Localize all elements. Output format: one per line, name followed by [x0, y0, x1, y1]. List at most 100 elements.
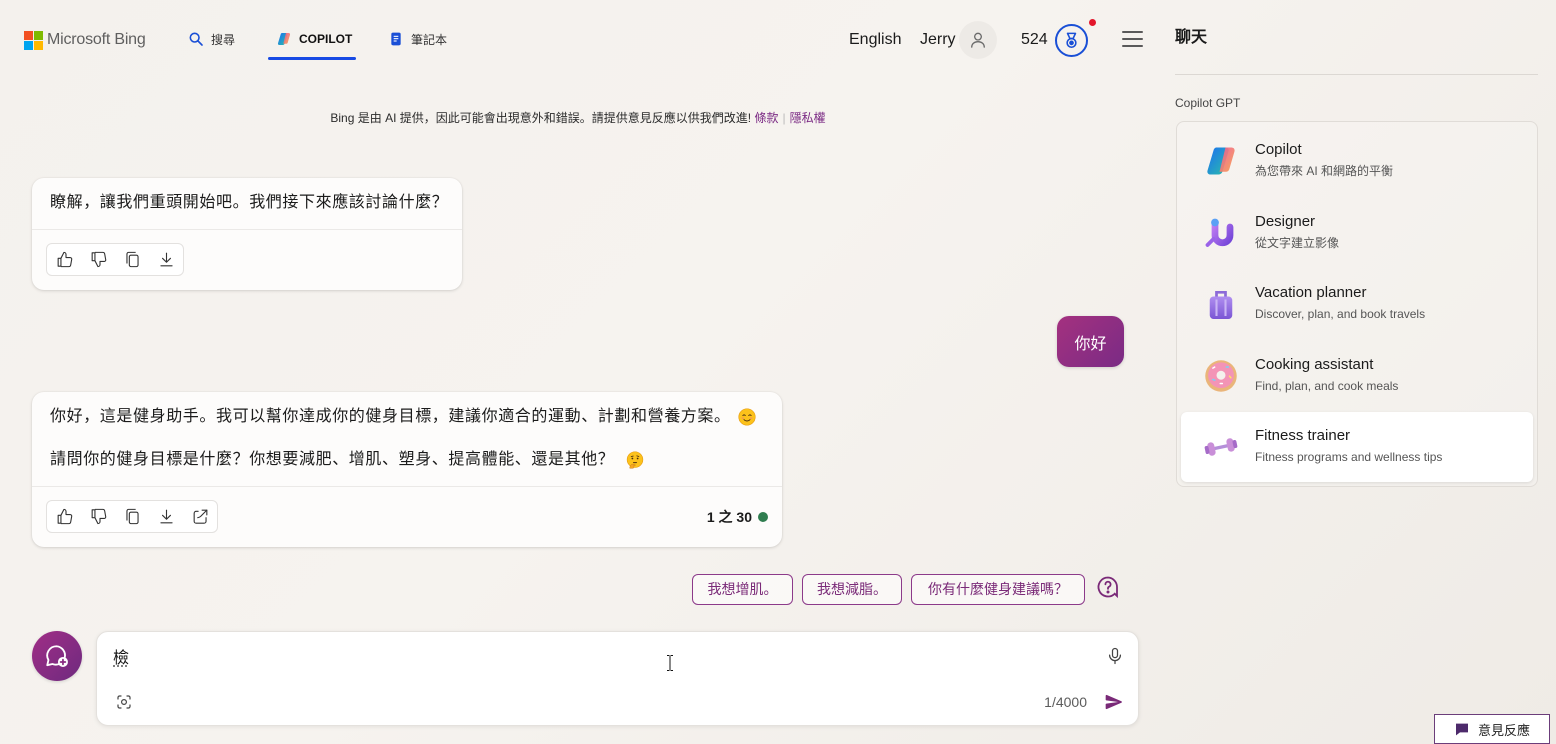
send-icon[interactable] [1104, 692, 1124, 712]
user-message: 你好 [1057, 316, 1124, 367]
message-paragraph: 瞭解，讓我們重頭開始吧。我們接下來應該討論什麼？ [50, 190, 448, 216]
thumbs-down-icon [91, 251, 106, 268]
share-button[interactable] [183, 501, 217, 532]
gpt-name: Cooking assistant [1255, 356, 1374, 373]
gpt-name: Vacation planner [1255, 284, 1367, 301]
download-button[interactable] [149, 244, 183, 275]
gpt-name: Copilot [1255, 141, 1302, 158]
terms-link[interactable]: 條款 [754, 111, 778, 125]
bing-logo[interactable]: Microsoft Bing [24, 30, 146, 50]
assistant-message: 瞭解，讓我們重頭開始吧。我們接下來應該討論什麼？ [32, 178, 462, 290]
message-text: 請問你的健身目標是什麼？你想要減肥、增肌、塑身、提高體能、還是其他？ [50, 451, 615, 468]
feedback-icon [1455, 723, 1468, 736]
visual-search-icon[interactable] [115, 693, 133, 711]
message-actions [46, 243, 184, 276]
donut-icon [1205, 360, 1237, 392]
message-text: 你好，這是健身助手。我可以幫你達成你的健身目標，建議你適合的運動、計劃和營養方案… [50, 408, 731, 425]
nav-tab-search-label: 搜尋 [211, 32, 236, 47]
rewards-button[interactable] [1055, 24, 1088, 57]
gpt-description: Find, plan, and cook meals [1255, 379, 1399, 393]
language-selector[interactable]: English [849, 30, 901, 50]
dislike-button[interactable] [81, 244, 115, 275]
gpt-name: Designer [1255, 213, 1316, 230]
message-divider [32, 229, 462, 230]
like-button[interactable] [47, 244, 81, 275]
notification-dot [1089, 19, 1096, 26]
turn-counter: 1 之 30 [707, 500, 768, 533]
gpt-item-designer[interactable]: Designer 從文字建立影像 [1181, 198, 1533, 268]
copy-icon [125, 508, 139, 525]
hamburger-menu-icon[interactable] [1122, 31, 1143, 47]
suggestion-chip[interactable]: 我想增肌。 [692, 574, 793, 605]
microsoft-logo-icon [24, 30, 43, 50]
download-icon [159, 252, 173, 267]
copy-button[interactable] [115, 244, 149, 275]
new-topic-button[interactable] [32, 631, 82, 681]
microphone-icon[interactable] [1105, 646, 1125, 666]
user-name[interactable]: Jerry [920, 30, 956, 50]
nav-tab-notebook[interactable]: 筆記本 [388, 29, 447, 49]
gpt-description: 為您帶來 AI 和網路的平衡 [1255, 164, 1394, 178]
suggestion-chip[interactable]: 我想減脂。 [802, 574, 902, 605]
reward-points[interactable]: 524 [1021, 30, 1048, 50]
copilot-gpt-icon [1207, 147, 1235, 175]
ai-disclaimer: Bing 是由 AI 提供，因此可能會出現意外和錯誤。請提供意見反應以供我們改進… [0, 110, 1156, 126]
download-button[interactable] [149, 501, 183, 532]
like-button[interactable] [47, 501, 81, 532]
disclaimer-text: Bing 是由 AI 提供，因此可能會出現意外和錯誤。請提供意見反應以供我們改進… [330, 111, 752, 125]
dislike-button[interactable] [81, 501, 115, 532]
designer-gpt-icon [1205, 218, 1234, 247]
gpt-item-vacation-planner[interactable]: Vacation planner Discover, plan, and boo… [1181, 269, 1533, 339]
link-separator: | [782, 111, 786, 125]
copilot-icon [277, 33, 291, 45]
privacy-link[interactable]: 隱私權 [790, 111, 826, 125]
smiling-face-emoji [738, 408, 756, 426]
gpt-list: Copilot 為您帶來 AI 和網路的平衡 Designer 從文字建立影像 … [1176, 121, 1538, 487]
message-paragraph: 你好，這是健身助手。我可以幫你達成你的健身目標，建議你適合的運動、計劃和營養方案… [50, 404, 756, 430]
gpt-description: Discover, plan, and book travels [1255, 307, 1426, 321]
nav-tab-search[interactable]: 搜尋 [188, 29, 235, 49]
gpt-name: Fitness trainer [1255, 427, 1351, 444]
sidebar-section-label: Copilot GPT [1175, 96, 1241, 110]
gpt-description: Fitness programs and wellness tips [1255, 450, 1443, 464]
gpt-description: 從文字建立影像 [1255, 236, 1340, 250]
suggestion-chip[interactable]: 你有什麼健身建議嗎？ [911, 574, 1085, 605]
status-dot [758, 511, 768, 522]
thumbs-up-icon [57, 508, 72, 525]
message-paragraph: 請問你的健身目標是什麼？你想要減肥、增肌、塑身、提高體能、還是其他？ [50, 447, 644, 473]
message-divider [32, 486, 782, 487]
feedback-button[interactable]: 意見反應 [1434, 714, 1550, 744]
feedback-label: 意見反應 [1477, 722, 1530, 738]
notebook-icon [391, 32, 401, 46]
medal-icon [1066, 32, 1077, 49]
character-count: 1/4000 [1044, 694, 1087, 710]
chat-input-text[interactable]: 檢 [113, 648, 129, 670]
share-icon [193, 509, 207, 524]
avatar[interactable] [959, 21, 997, 59]
download-icon [159, 509, 173, 524]
suitcase-icon [1209, 290, 1233, 319]
copy-icon [125, 251, 139, 268]
message-text: 瞭解，讓我們重頭開始吧。我們接下來應該討論什麼？ [50, 194, 449, 211]
thinking-face-emoji [627, 451, 644, 469]
nav-tab-copilot[interactable]: COPILOT [276, 29, 352, 49]
chat-input-box[interactable]: 檢 1/4000 [96, 631, 1139, 726]
thumbs-up-icon [57, 251, 72, 268]
copy-button[interactable] [115, 501, 149, 532]
new-chat-icon [46, 645, 68, 667]
dumbbell-icon [1204, 438, 1238, 456]
help-icon[interactable] [1096, 575, 1120, 599]
gpt-item-fitness-trainer[interactable]: Fitness trainer Fitness programs and wel… [1181, 412, 1533, 482]
thumbs-down-icon [91, 508, 106, 525]
text-cursor-icon [667, 655, 673, 671]
search-icon [189, 32, 203, 46]
sidebar-title: 聊天 [1175, 29, 1208, 46]
nav-tab-copilot-label: COPILOT [299, 32, 353, 46]
assistant-message: 你好，這是健身助手。我可以幫你達成你的健身目標，建議你適合的運動、計劃和營養方案… [32, 392, 782, 547]
message-actions [46, 500, 218, 533]
user-message-text: 你好 [1074, 335, 1107, 353]
brand-name: Microsoft Bing [47, 31, 146, 48]
sidebar-divider [1175, 74, 1538, 75]
gpt-item-copilot[interactable]: Copilot 為您帶來 AI 和網路的平衡 [1181, 126, 1533, 196]
gpt-item-cooking-assistant[interactable]: Cooking assistant Find, plan, and cook m… [1181, 341, 1533, 411]
